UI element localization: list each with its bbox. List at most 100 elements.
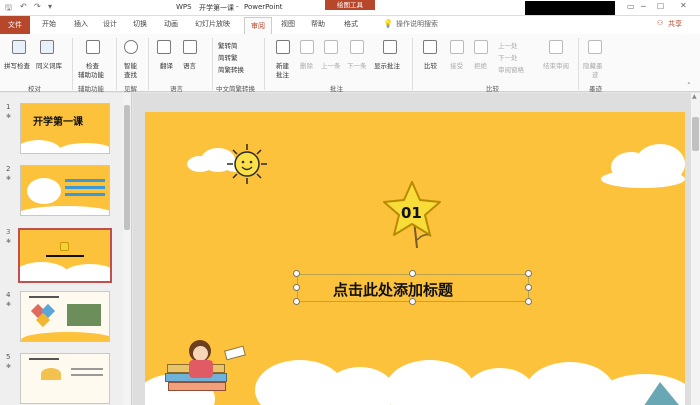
thumbnail-slide-2[interactable] (20, 165, 110, 216)
thumbnail-number: 5 (6, 353, 11, 361)
end-review-button[interactable]: 结束审阅 (543, 60, 569, 70)
next-comment-icon (350, 40, 364, 54)
resize-handle[interactable] (525, 270, 532, 277)
thumbnail-slide-3-selected[interactable] (18, 228, 112, 283)
translate-button[interactable]: 翻译 (160, 60, 173, 70)
tab-design[interactable]: 设计 (103, 19, 117, 29)
thumbnail-slide-4[interactable] (20, 291, 110, 342)
prev-comment-button[interactable]: 上一条 (321, 60, 341, 70)
to-simplified-button[interactable]: 简转繁 (218, 52, 238, 62)
spelling-button[interactable]: 拼写检查 (4, 60, 30, 70)
context-tab-label: 绘图工具 (325, 0, 375, 10)
cloud-decoration (21, 140, 61, 153)
tell-me-search[interactable]: 操作说明搜索 (396, 19, 438, 29)
close-icon[interactable]: ✕ (680, 1, 687, 10)
reviewing-pane-button[interactable]: 审阅窗格 (498, 64, 524, 74)
hide-ink-icon (588, 40, 602, 54)
prev-change-button[interactable]: 上一处 (498, 40, 518, 50)
group-chinese: 中文简繁转换 (216, 85, 255, 93)
animation-star-icon: ✱ (6, 363, 12, 370)
tab-file[interactable]: 文件 (0, 16, 30, 34)
title-bar: 🖫 ↶ ↷ ▾ WPS 开学第一课 - PowerPoint 绘图工具 ▭ ─ … (0, 0, 700, 16)
minimize-icon[interactable]: ─ (641, 2, 646, 11)
thesaurus-button[interactable]: 同义词库 (36, 60, 62, 70)
new-comment-label2: 批注 (276, 71, 289, 79)
group-language: 语言 (170, 85, 183, 93)
tab-home[interactable]: 开始 (42, 19, 56, 29)
compare-icon (423, 40, 437, 54)
tab-animations[interactable]: 动画 (164, 19, 178, 29)
show-comments-icon (383, 40, 397, 54)
scrollbar-thumb[interactable] (124, 105, 130, 230)
separator (116, 38, 117, 90)
thumbnail-number: 1 (6, 103, 11, 111)
separator (148, 38, 149, 90)
lightbulb-icon: 💡 (383, 19, 393, 28)
resize-handle[interactable] (293, 298, 300, 305)
toc-bar (65, 186, 105, 189)
compare-button[interactable]: 比较 (424, 60, 437, 70)
thumbnail-scrollbar[interactable] (123, 93, 131, 405)
resize-handle[interactable] (409, 298, 416, 305)
star-badge-icon (60, 242, 69, 251)
cloud-decoration (601, 170, 685, 188)
cloud-decoration (21, 206, 109, 215)
tab-review[interactable]: 审阅 (244, 17, 272, 34)
photo-placeholder (67, 304, 101, 326)
share-button[interactable]: 共享 (668, 19, 682, 29)
tab-slideshow[interactable]: 幻灯片放映 (195, 19, 230, 29)
tab-format[interactable]: 格式 (344, 19, 358, 29)
slide-canvas: 01 点击此处添加标题 ▲ (133, 93, 700, 405)
resize-handle[interactable] (525, 284, 532, 291)
resize-handle[interactable] (525, 298, 532, 305)
redo-icon[interactable]: ↷ (34, 2, 41, 11)
kid-body (189, 360, 213, 378)
thumbnail-slide-1[interactable]: 开学第一课 (20, 103, 110, 154)
to-traditional-button[interactable]: 繁转简 (218, 40, 238, 50)
show-comments-button[interactable]: 显示批注 (374, 60, 400, 70)
undo-icon[interactable]: ↶ (20, 2, 27, 11)
language-button[interactable]: 语言 (183, 60, 196, 70)
tab-help[interactable]: 帮助 (311, 19, 325, 29)
cloud-decoration (56, 143, 109, 153)
separator (578, 38, 579, 90)
slide-title[interactable]: 点击此处添加标题 (333, 279, 453, 300)
ribbon-display-icon[interactable]: ▭ (627, 2, 635, 11)
ribbon-review: 拼写检查 同义词库 校对 检查 辅助功能 辅助功能 智能 查找 见解 翻译 语言… (0, 34, 700, 93)
cloud-decoration (385, 360, 475, 405)
reject-icon (474, 40, 488, 54)
redacted-account (525, 1, 615, 15)
smart-lookup-label2: 查找 (124, 71, 137, 79)
reject-button[interactable]: 拒绝 (474, 60, 487, 70)
current-slide[interactable]: 01 点击此处添加标题 (145, 112, 685, 405)
next-comment-button[interactable]: 下一条 (347, 60, 367, 70)
tab-view[interactable]: 视图 (281, 19, 295, 29)
cloud-decoration (20, 262, 69, 281)
accept-icon (450, 40, 464, 54)
delete-comment-button[interactable]: 删除 (300, 60, 313, 70)
maximize-icon[interactable]: ☐ (657, 2, 664, 11)
thumbnail-slide-5[interactable] (20, 353, 110, 404)
accept-button[interactable]: 接受 (450, 60, 463, 70)
tab-insert[interactable]: 插入 (74, 19, 88, 29)
separator (212, 38, 213, 90)
customize-qat-icon[interactable]: ▾ (48, 2, 52, 11)
resize-handle[interactable] (293, 270, 300, 277)
spelling-icon (12, 40, 26, 54)
scrollbar-thumb[interactable] (692, 117, 699, 151)
save-icon[interactable]: 🖫 (5, 2, 12, 16)
slide-scrollbar[interactable]: ▲ (691, 93, 700, 405)
tab-transitions[interactable]: 切换 (133, 19, 147, 29)
resize-handle[interactable] (409, 270, 416, 277)
chinese-convert-button[interactable]: 简繁转换 (218, 64, 244, 74)
separator (412, 38, 413, 90)
title-sep: - (236, 3, 239, 11)
resize-handle[interactable] (293, 284, 300, 291)
scroll-up-icon[interactable]: ▲ (692, 93, 697, 100)
thumbnail-number: 3 (6, 228, 11, 236)
next-change-button[interactable]: 下一处 (498, 52, 518, 62)
language-icon (183, 40, 197, 54)
collapse-ribbon-icon[interactable]: ˄ (687, 82, 691, 90)
separator (72, 38, 73, 90)
book-stack (168, 382, 226, 391)
